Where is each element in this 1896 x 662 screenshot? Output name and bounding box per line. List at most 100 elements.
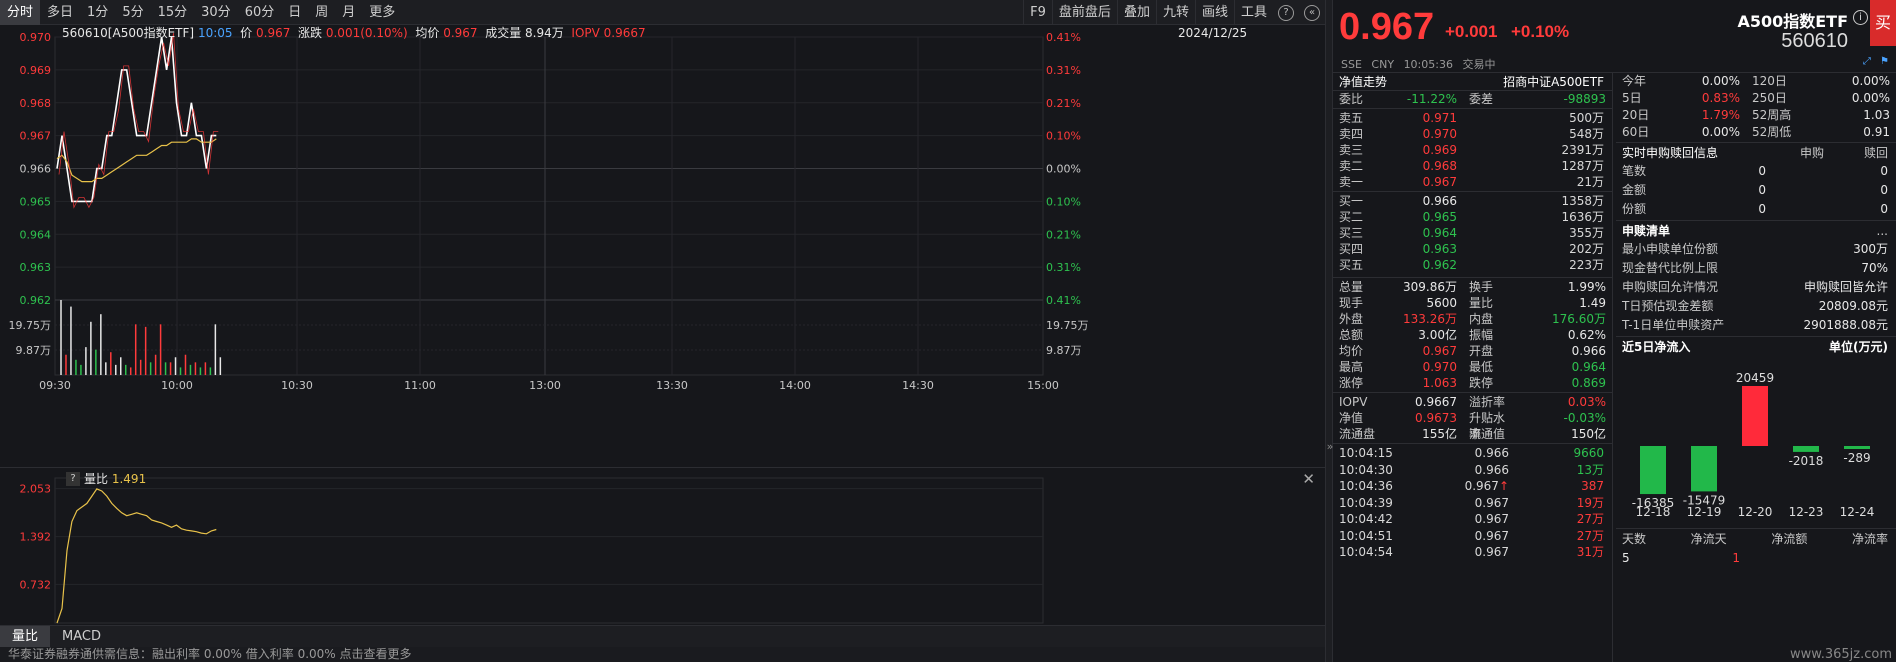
iopv-value: 0.9667 xyxy=(603,26,646,40)
sub-label: 份额 xyxy=(1622,202,1647,216)
intraday-chart[interactable]: 0.970 0.41% 0.969 0.31% 0.968 0.21% 0.967 0.10%… xyxy=(0,25,1325,467)
price-change: +0.001 xyxy=(1445,22,1498,41)
inflow-bar[interactable] xyxy=(1691,446,1717,492)
stat-row: 均价 0.967 开盘 0.966 xyxy=(1333,343,1612,359)
inflow-bar[interactable] xyxy=(1793,446,1819,452)
collapse-icon[interactable]: « xyxy=(1304,4,1320,21)
period-tab[interactable]: 分时 xyxy=(0,0,41,25)
weicha-value: -98893 xyxy=(1563,92,1606,106)
period-tab[interactable]: 周 xyxy=(308,0,335,25)
volume-ratio-panel[interactable]: 2.053 1.392 0.732 ? 量比 1.491 ✕ xyxy=(0,467,1325,625)
share-icon[interactable]: ⤢ ⚑ xyxy=(1863,56,1892,67)
inflow-bar[interactable] xyxy=(1742,386,1768,446)
ratio-value: 1.491 xyxy=(111,472,147,486)
ask-row[interactable]: 卖三 0.969 2391万 xyxy=(1333,142,1612,158)
level-price: 0.969 xyxy=(1422,143,1457,157)
price-change-pct: +0.10% xyxy=(1511,22,1570,41)
margin-info-ticker[interactable]: 华泰证券融券通供需信息：融出利率 0.00% 借入利率 0.00% 点击查看更多 xyxy=(0,647,1325,662)
period-tab[interactable]: 30分 xyxy=(194,0,238,25)
stat-label: 振幅 xyxy=(1469,328,1494,342)
level-label: 卖五 xyxy=(1339,111,1364,125)
exchange: SSE xyxy=(1341,58,1362,71)
index-name[interactable]: 招商中证A500ETF xyxy=(1503,73,1604,90)
stat-row: 最高 0.970 最低 0.964 xyxy=(1333,359,1612,375)
trade-row[interactable]: 10:04:39 0.967 19万 xyxy=(1333,495,1612,512)
volume-tick: 9.87万 xyxy=(1046,344,1082,357)
indicator-tab[interactable]: MACD xyxy=(50,626,113,647)
inflow-footer-head: 天数 净流天 净流额 净流率 xyxy=(1616,530,1896,549)
more-icon[interactable]: ... xyxy=(1877,222,1888,240)
creation-value: 300万 xyxy=(1853,242,1888,256)
return-value: 1.79% xyxy=(1701,108,1740,122)
toolbar-button[interactable]: F9 xyxy=(1023,0,1052,25)
toolbar-button[interactable]: 九转 xyxy=(1155,0,1195,25)
trade-row[interactable]: 10:04:54 0.967 31万 xyxy=(1333,544,1612,561)
stat-value: 133.26万 xyxy=(1403,312,1457,326)
trade-time: 10:04:42 xyxy=(1339,512,1393,526)
level-price: 0.966 xyxy=(1422,194,1457,208)
trade-row[interactable]: 10:04:30 0.966 13万 xyxy=(1333,462,1612,479)
level-price: 0.964 xyxy=(1422,226,1457,240)
inflow-bar[interactable] xyxy=(1844,446,1870,449)
period-tab[interactable]: 更多 xyxy=(362,0,402,25)
period-tab[interactable]: 60分 xyxy=(238,0,282,25)
nav-trend-tab[interactable]: 净值走势 xyxy=(1339,73,1387,90)
toolbar-button[interactable]: 盘前盘后 xyxy=(1051,0,1117,25)
trade-row[interactable]: 10:04:36 0.967↑ 387 xyxy=(1333,478,1612,495)
trade-time: 10:04:15 xyxy=(1339,446,1393,460)
pct-tick: 0.10% xyxy=(1046,130,1081,143)
stat-label: 净值 xyxy=(1339,411,1364,425)
close-icon[interactable]: ✕ xyxy=(1302,470,1315,488)
toolbar-button[interactable]: 画线 xyxy=(1194,0,1234,25)
level-label: 买二 xyxy=(1339,210,1364,224)
stat-label: 最高 xyxy=(1339,360,1364,374)
bid-row[interactable]: 买二 0.965 1636万 xyxy=(1333,209,1612,225)
bid-row[interactable]: 买一 0.966 1358万 xyxy=(1333,193,1612,209)
period-tab[interactable]: 15分 xyxy=(151,0,195,25)
stat-value: 309.86万 xyxy=(1403,280,1457,294)
ask-row[interactable]: 卖一 0.967 21万 xyxy=(1333,174,1612,190)
time-tick: 13:30 xyxy=(656,379,688,392)
trade-row[interactable]: 10:04:42 0.967 27万 xyxy=(1333,511,1612,528)
period-tab[interactable]: 日 xyxy=(281,0,308,25)
help-icon[interactable]: ? xyxy=(66,472,80,486)
ask-row[interactable]: 卖四 0.970 548万 xyxy=(1333,126,1612,142)
trade-list[interactable]: 10:04:15 0.966 9660 10:04:30 0.966 13万 10:04:3… xyxy=(1333,445,1612,561)
ask-row[interactable]: 卖二 0.968 1287万 xyxy=(1333,158,1612,174)
ask-row[interactable]: 卖五 0.971 500万 xyxy=(1333,110,1612,126)
help-icon[interactable]: ? xyxy=(1278,4,1294,21)
inflow-footer-label: 净流率 xyxy=(1851,532,1888,546)
toolbar-button[interactable]: 工具 xyxy=(1233,0,1273,25)
weibi-value: -11.22% xyxy=(1406,92,1457,106)
iopv-row: 净值 0.9673 升贴水率 -0.03% xyxy=(1333,410,1612,441)
period-tab[interactable]: 1分 xyxy=(80,0,115,25)
creation-label: 申购赎回允许情况 xyxy=(1622,280,1719,294)
level-price: 0.970 xyxy=(1422,127,1457,141)
inflow-bar[interactable] xyxy=(1640,446,1666,495)
stat-label: 流通值 xyxy=(1469,427,1506,441)
bid-row[interactable]: 买五 0.962 223万 xyxy=(1333,257,1612,273)
trade-price-value: 0.966 xyxy=(1474,462,1509,477)
period-tab[interactable]: 多日 xyxy=(40,0,80,25)
period-tab[interactable]: 5分 xyxy=(115,0,150,25)
level-volume: 500万 xyxy=(1569,111,1604,125)
panel-divider[interactable]: » xyxy=(1325,0,1333,662)
pct-tick: 0.21% xyxy=(1046,97,1081,110)
return-label: 5日 xyxy=(1622,91,1642,105)
price-label: 价 xyxy=(240,26,253,40)
buy-button[interactable]: 买 xyxy=(1870,0,1896,46)
iopv-label: IOPV xyxy=(571,26,600,40)
price-tick: 0.967 xyxy=(20,130,52,143)
trade-row[interactable]: 10:04:51 0.967 27万 xyxy=(1333,528,1612,545)
period-tab[interactable]: 月 xyxy=(335,0,362,25)
bid-row[interactable]: 买四 0.963 202万 xyxy=(1333,241,1612,257)
trade-row[interactable]: 10:04:15 0.966 9660 xyxy=(1333,445,1612,462)
creation-row: 现金替代比例上限 70% xyxy=(1616,259,1896,278)
trade-volume: 27万 xyxy=(1576,512,1604,526)
level-label: 卖四 xyxy=(1339,127,1364,141)
bid-row[interactable]: 买三 0.964 355万 xyxy=(1333,225,1612,241)
info-icon[interactable]: i xyxy=(1853,10,1868,25)
change-value: 0.001(0.10%) xyxy=(325,26,408,40)
toolbar-button[interactable]: 叠加 xyxy=(1116,0,1156,25)
indicator-tab[interactable]: 量比 xyxy=(0,626,51,647)
